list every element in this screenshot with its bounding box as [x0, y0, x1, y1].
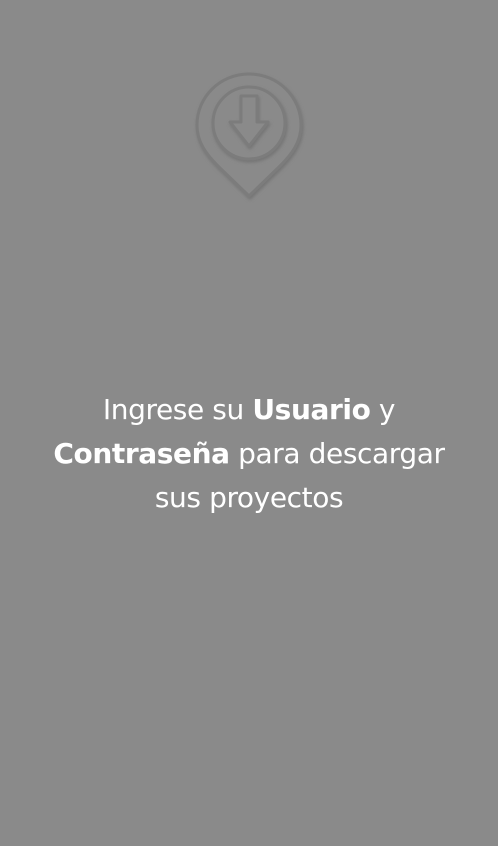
password-emphasis: Contraseña: [53, 437, 230, 470]
message-line-1: Ingrese su Usuario y: [102, 393, 396, 426]
message-line-2: Contraseña para descargar: [53, 437, 445, 470]
username-emphasis: Usuario: [252, 393, 371, 426]
download-pin-icon: [188, 70, 310, 204]
message-line-3: sus proyectos: [154, 481, 344, 514]
login-instruction-text: Ingrese su Usuario y Contraseña para des…: [20, 388, 478, 520]
